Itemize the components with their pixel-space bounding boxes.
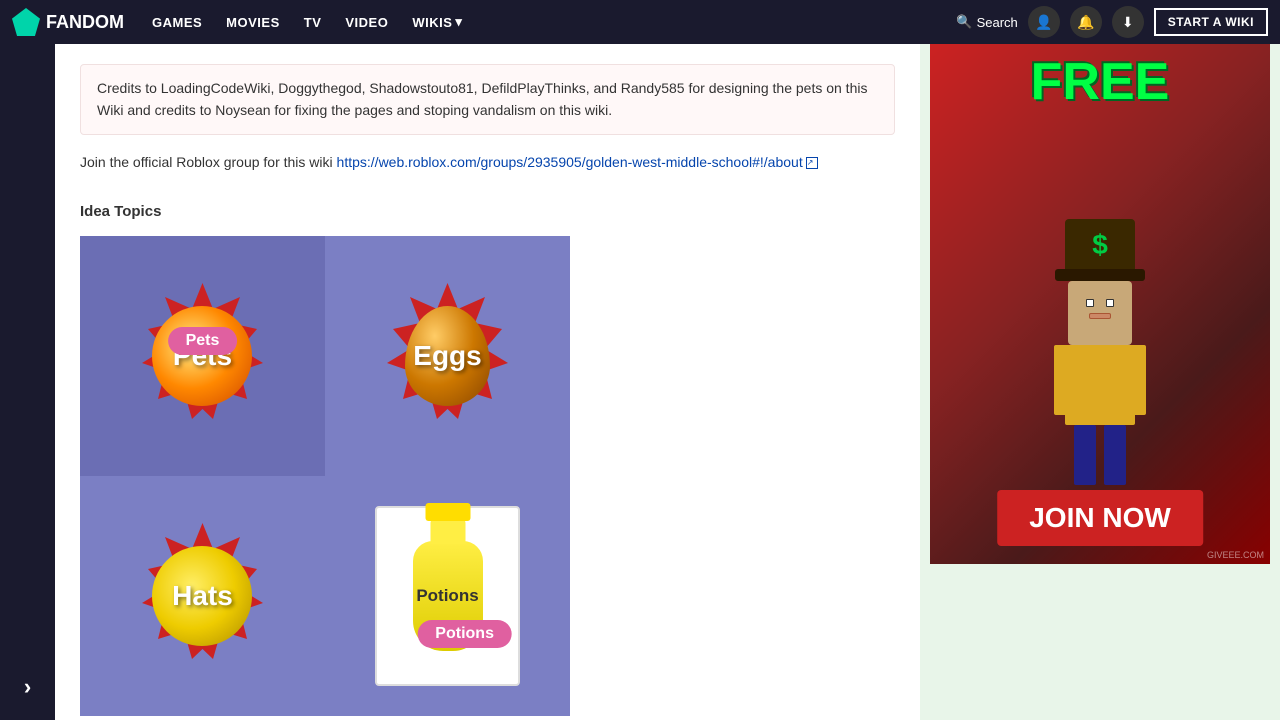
topics-grid: Pets Pets Eggs (80, 236, 570, 716)
char-hat-brim (1055, 269, 1145, 281)
char-eye-right (1106, 299, 1114, 307)
topics-row-2: Hats Potions Potions (80, 476, 570, 716)
hats-label: Hats (172, 580, 233, 612)
char-eyes (1086, 299, 1114, 307)
nav-video[interactable]: VIDEO (335, 9, 398, 36)
topic-card-hats[interactable]: Hats (80, 476, 325, 716)
char-hat-dollar: $ (1092, 229, 1108, 261)
ad-container: FREE $ (930, 44, 1270, 564)
ad-character: $ $ (1000, 179, 1200, 479)
potions-box: Potions (375, 506, 520, 686)
fandom-logo-icon (12, 8, 40, 36)
idea-topics-title: Idea Topics (80, 203, 895, 220)
char-leg-right (1104, 425, 1126, 485)
topic-card-potions[interactable]: Potions Potions (325, 476, 570, 716)
credits-text: Credits to LoadingCodeWiki, Doggythegod,… (97, 77, 878, 122)
right-sidebar: FREE $ (920, 44, 1280, 720)
nav-movies[interactable]: MOVIES (216, 9, 290, 36)
topics-row-1: Pets Pets Eggs (80, 236, 570, 476)
char-body: $ (1065, 345, 1135, 425)
potion-neck (430, 519, 465, 544)
potions-label: Potions (416, 586, 478, 606)
char-face (1078, 291, 1122, 319)
pets-hover-badge: Pets (168, 327, 238, 355)
fandom-logo-text: FANDOM (46, 12, 124, 33)
nav-right: 🔍 Search 👤 🔔 ⬇ START A WIKI (956, 6, 1268, 38)
nav-wikis[interactable]: WIKIS ▾ (402, 8, 472, 36)
char-eye-left (1086, 299, 1094, 307)
ad-watermark: GIVEEE.COM (1207, 550, 1264, 560)
char-mouth (1089, 313, 1111, 319)
sidebar-toggle[interactable]: › (24, 674, 31, 700)
idea-topics-section: Idea Topics Pets (80, 193, 895, 720)
nav-items: GAMES MOVIES TV VIDEO WIKIS ▾ (142, 8, 938, 36)
roblox-character: $ $ (1030, 219, 1170, 479)
pets-starburst: Pets (125, 279, 280, 434)
notification-bell[interactable]: 🔔 (1070, 6, 1102, 38)
download-icon[interactable]: ⬇ (1112, 6, 1144, 38)
search-label: Search (977, 15, 1018, 30)
hats-starburst: Hats (125, 519, 280, 674)
eggs-label: Eggs (413, 340, 481, 372)
start-wiki-button[interactable]: START A WIKI (1154, 8, 1268, 36)
join-text: Join the official Roblox group for this … (80, 151, 895, 173)
ad-join-button[interactable]: JOIN NOW (997, 490, 1203, 546)
external-link-icon (806, 157, 818, 169)
topic-card-pets[interactable]: Pets Pets (80, 236, 325, 476)
wikis-chevron-icon: ▾ (455, 14, 462, 30)
topic-card-eggs[interactable]: Eggs (325, 236, 570, 476)
navbar: FANDOM GAMES MOVIES TV VIDEO WIKIS ▾ 🔍 S… (0, 0, 1280, 44)
main-layout: › Credits to LoadingCodeWiki, Doggythego… (0, 44, 1280, 720)
search-icon: 🔍 (956, 14, 972, 30)
search-bar[interactable]: 🔍 Search (956, 14, 1017, 30)
potion-cap (425, 503, 470, 521)
nav-games[interactable]: GAMES (142, 9, 212, 36)
content-area: Credits to LoadingCodeWiki, Doggythegod,… (55, 44, 920, 720)
credits-block: Credits to LoadingCodeWiki, Doggythegod,… (80, 64, 895, 135)
left-sidebar: › (0, 44, 55, 720)
join-text-prefix: Join the official Roblox group for this … (80, 154, 337, 170)
potions-hover-badge: Potions (417, 620, 512, 648)
char-leg-left (1074, 425, 1096, 485)
wiki-link[interactable]: https://web.roblox.com/groups/2935905/go… (337, 154, 803, 170)
eggs-starburst: Eggs (370, 279, 525, 434)
ad-free-text: FREE (1031, 52, 1170, 112)
user-avatar[interactable]: 👤 (1028, 6, 1060, 38)
nav-tv[interactable]: TV (294, 9, 332, 36)
fandom-logo[interactable]: FANDOM (12, 8, 124, 36)
